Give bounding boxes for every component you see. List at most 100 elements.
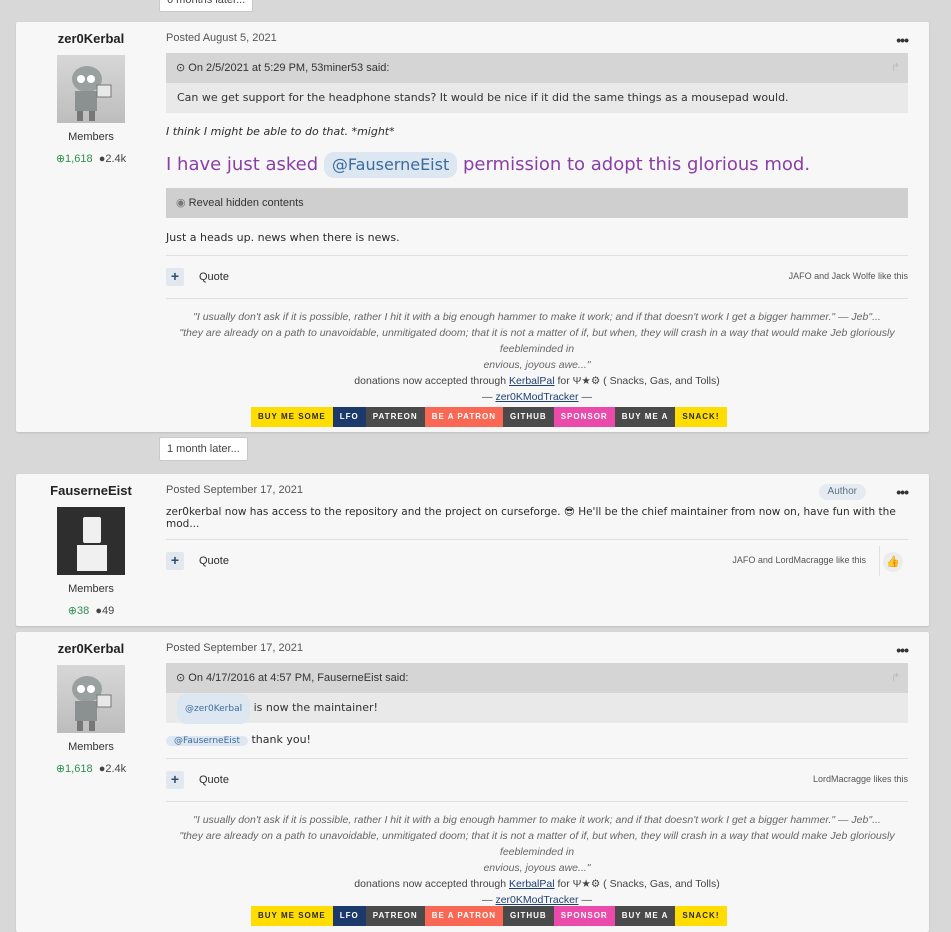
- snack-button[interactable]: SNACK!: [675, 407, 727, 427]
- add-reaction-button[interactable]: +: [166, 771, 184, 789]
- time-gap-chip: 6 months later...: [159, 0, 254, 12]
- post-date[interactable]: Posted September 17, 2021: [166, 484, 908, 496]
- sig-text: for: [557, 878, 570, 890]
- author-stats: ⊕1,618 ●2.4k: [16, 152, 166, 165]
- buy-me-a-button[interactable]: BUY ME A: [614, 407, 676, 427]
- lfo-button[interactable]: LFO: [332, 407, 366, 427]
- be-a-patron-button[interactable]: BE A PATRON: [424, 906, 504, 926]
- quote-citation: On 4/17/2016 at 4:57 PM, FauserneEist sa…: [188, 672, 409, 684]
- likes-text[interactable]: JAFO and LordMacragge like this: [732, 555, 866, 565]
- buymesome-button[interactable]: BUY ME SOME: [251, 407, 333, 427]
- sig-text: ( Snacks, Gas, and Tolls): [603, 375, 720, 387]
- quote-citation: On 2/5/2021 at 5:29 PM, 53miner53 said:: [188, 62, 390, 74]
- post-count: 2.4k: [105, 153, 127, 165]
- author-name[interactable]: FauserneEist: [16, 483, 166, 498]
- sig-donations: donations now accepted through KerbalPal…: [166, 876, 908, 892]
- share-arrow-icon[interactable]: ↱: [891, 53, 900, 83]
- buy-me-a-button[interactable]: BUY ME A: [614, 906, 676, 926]
- member-role: Members: [68, 741, 114, 753]
- sponsor-button[interactable]: SPONSOR: [553, 906, 615, 926]
- snack-button[interactable]: SNACK!: [675, 906, 727, 926]
- post-count: 2.4k: [105, 763, 127, 775]
- reveal-hidden-button[interactable]: ◉ Reveal hidden contents: [166, 188, 908, 218]
- reputation-icon: ⊕: [67, 605, 77, 617]
- collapse-icon[interactable]: ⊙: [176, 672, 185, 684]
- sig-line: envious, joyous awe...": [483, 862, 591, 874]
- sig-donations: donations now accepted through KerbalPal…: [166, 373, 908, 389]
- collapse-icon[interactable]: ⊙: [176, 62, 185, 74]
- tools-icon: Ψ★⚙: [572, 878, 601, 890]
- support-buttons: BUY ME SOME LFO PATREON BE A PATRON GITH…: [251, 906, 727, 926]
- like-icon[interactable]: 👍: [883, 552, 903, 572]
- sig-line: "they are already on a path to unavoidab…: [179, 830, 895, 858]
- author-name[interactable]: zer0Kerbal: [16, 31, 166, 46]
- mention-link[interactable]: @zer0Kerbal: [177, 694, 251, 724]
- default-user-icon: [77, 517, 107, 571]
- mention-link[interactable]: @FauserneEist: [323, 152, 458, 178]
- reply-text: thank you!: [251, 733, 311, 746]
- signature: "I usually don't ask if it is possible, …: [166, 812, 908, 908]
- author-info: zer0Kerbal Members ⊕1,618 ●2.4k: [16, 632, 166, 775]
- tools-icon: Ψ★⚙: [572, 375, 601, 387]
- likes-text[interactable]: LordMacragge likes this: [813, 774, 908, 784]
- reputation-icon: ⊕: [55, 763, 66, 775]
- kerbalpal-link[interactable]: KerbalPal: [509, 375, 555, 387]
- patreon-button[interactable]: PATREON: [365, 407, 425, 427]
- author-name[interactable]: zer0Kerbal: [16, 641, 166, 656]
- post-card: zer0Kerbal Members ⊕1,618 ●2.4k Posted A…: [16, 22, 929, 432]
- sig-text: donations now accepted through: [354, 878, 507, 890]
- post-card: zer0Kerbal Members ⊕1,618 ●2.4k Posted S…: [16, 632, 929, 932]
- author-info: zer0Kerbal Members ⊕1,618 ●2.4k: [16, 22, 166, 165]
- emoji-icon: 😎: [563, 506, 575, 518]
- avatar[interactable]: [57, 507, 125, 575]
- github-button[interactable]: GITHUB: [503, 906, 554, 926]
- support-buttons: BUY ME SOME LFO PATREON BE A PATRON GITH…: [251, 407, 727, 427]
- eye-icon: ◉: [176, 197, 186, 209]
- be-a-patron-button[interactable]: BE A PATRON: [424, 407, 504, 427]
- likes-text[interactable]: JAFO and Jack Wolfe like this: [789, 271, 908, 281]
- author-stats: ⊕38 ●49: [16, 604, 166, 617]
- big-text: I have just asked @FauserneEist permissi…: [166, 152, 908, 178]
- big-text-before: I have just asked: [166, 154, 319, 175]
- post-text-before: zer0kerbal now has access to the reposit…: [166, 506, 561, 518]
- post-text: Just a heads up. news when there is news…: [166, 231, 400, 244]
- sig-text: ( Snacks, Gas, and Tolls): [603, 878, 720, 890]
- avatar[interactable]: [57, 665, 125, 733]
- quote-button[interactable]: Quote: [199, 555, 229, 567]
- quote-block: ⊙ On 4/17/2016 at 4:57 PM, FauserneEist …: [166, 663, 908, 724]
- lfo-button[interactable]: LFO: [332, 906, 366, 926]
- sig-line: "I usually don't ask if it is possible, …: [193, 311, 881, 323]
- sponsor-button[interactable]: SPONSOR: [553, 407, 615, 427]
- reputation-count: 1,618: [65, 763, 93, 775]
- tracker-link[interactable]: zer0KModTracker: [495, 391, 578, 403]
- add-reaction-button[interactable]: +: [166, 552, 184, 570]
- more-options-icon[interactable]: •••: [896, 642, 909, 658]
- sig-line: "I usually don't ask if it is possible, …: [193, 814, 881, 826]
- patreon-button[interactable]: PATREON: [365, 906, 425, 926]
- post-date[interactable]: Posted August 5, 2021: [166, 32, 908, 44]
- post-text: zer0kerbal now has access to the reposit…: [166, 506, 908, 530]
- more-options-icon[interactable]: •••: [896, 484, 909, 500]
- post-card: FauserneEist Members ⊕38 ●49 Posted Sept…: [16, 474, 929, 626]
- sig-text: for: [557, 375, 570, 387]
- quote-button[interactable]: Quote: [199, 774, 229, 786]
- more-options-icon[interactable]: •••: [896, 32, 909, 48]
- quote-rest: is now the maintainer!: [253, 701, 378, 714]
- quote-button[interactable]: Quote: [199, 271, 229, 283]
- buymesome-button[interactable]: BUY ME SOME: [251, 906, 333, 926]
- sig-text: donations now accepted through: [354, 375, 507, 387]
- sig-tracker: — zer0KModTracker —: [482, 391, 592, 403]
- add-reaction-button[interactable]: +: [166, 268, 184, 286]
- post-date[interactable]: Posted September 17, 2021: [166, 642, 908, 654]
- post-count: 49: [102, 605, 115, 617]
- github-button[interactable]: GITHUB: [503, 407, 554, 427]
- reputation-count: 38: [76, 605, 90, 617]
- robot-avatar-icon: [72, 66, 112, 121]
- avatar[interactable]: [57, 55, 125, 123]
- tracker-link[interactable]: zer0KModTracker: [495, 894, 578, 906]
- kerbalpal-link[interactable]: KerbalPal: [509, 878, 555, 890]
- quote-text: @zer0Kerbal is now the maintainer!: [166, 693, 908, 724]
- mention-link[interactable]: @FauserneEist: [166, 736, 248, 746]
- share-arrow-icon[interactable]: ↱: [891, 663, 900, 693]
- reputation-icon: ⊕: [55, 153, 66, 165]
